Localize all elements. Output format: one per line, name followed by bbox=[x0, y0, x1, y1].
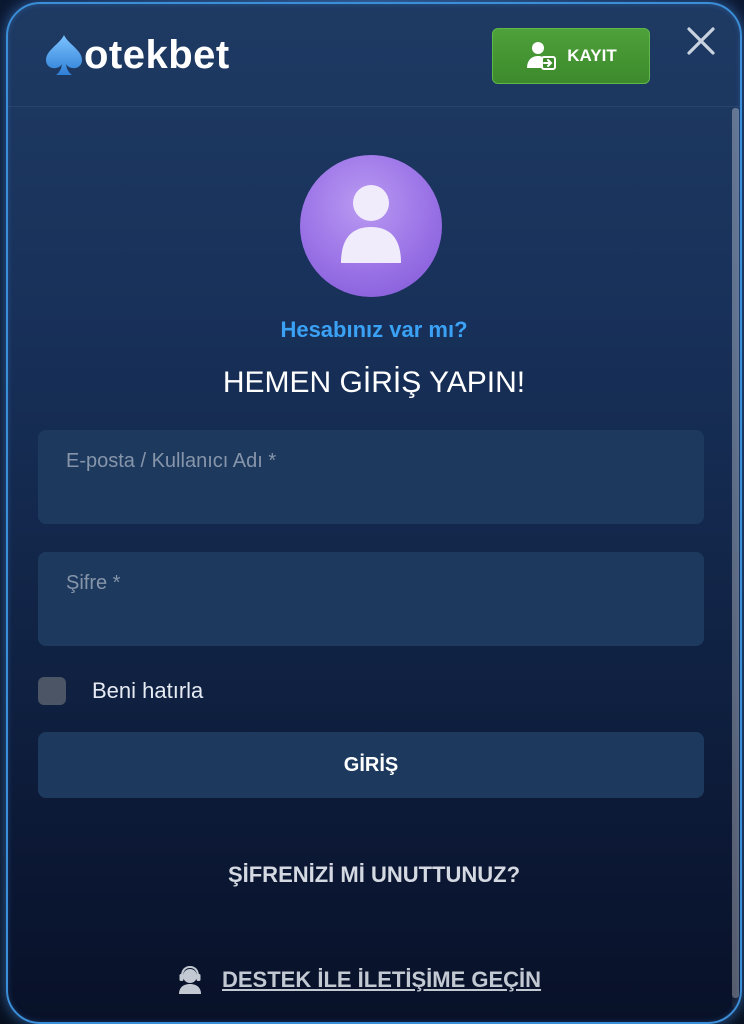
remember-label: Beni hatırla bbox=[92, 678, 204, 703]
support-link[interactable]: DESTEK İLE İLETİŞİME GEÇİN bbox=[176, 964, 541, 996]
avatar bbox=[300, 155, 442, 297]
brand-logo[interactable]: otekbet bbox=[42, 30, 230, 80]
forgot-password-link[interactable]: ŞİFRENİZİ Mİ UNUTTUNUZ? bbox=[8, 862, 740, 888]
login-title: HEMEN GİRİŞ YAPIN! bbox=[222, 366, 526, 399]
register-button[interactable]: KAYIT bbox=[492, 28, 650, 84]
login-button[interactable]: GİRİŞ bbox=[38, 732, 704, 798]
user-icon bbox=[341, 185, 401, 263]
support-label: DESTEK İLE İLETİŞİME GEÇİN bbox=[222, 967, 542, 992]
remember-me[interactable]: Beni hatırla bbox=[38, 676, 203, 706]
spade-icon bbox=[46, 35, 82, 75]
modal-header: otekbet KAYIT bbox=[8, 4, 740, 107]
username-input[interactable] bbox=[38, 430, 704, 524]
password-input[interactable] bbox=[38, 552, 704, 646]
support-agent-icon bbox=[179, 965, 201, 994]
remember-checkbox[interactable] bbox=[38, 677, 66, 705]
close-icon[interactable] bbox=[684, 24, 718, 58]
username-field[interactable]: E-posta / Kullanıcı Adı * bbox=[38, 430, 704, 524]
user-login-icon bbox=[527, 42, 557, 70]
login-modal: otekbet KAYIT Hesabınız var mı? HEMEN Gİ… bbox=[6, 2, 742, 1024]
logo-text: otekbet bbox=[84, 33, 230, 77]
password-field[interactable]: Şifre * bbox=[38, 552, 704, 646]
register-button-label: KAYIT bbox=[567, 46, 617, 65]
account-question: Hesabınız var mı? bbox=[280, 317, 468, 342]
